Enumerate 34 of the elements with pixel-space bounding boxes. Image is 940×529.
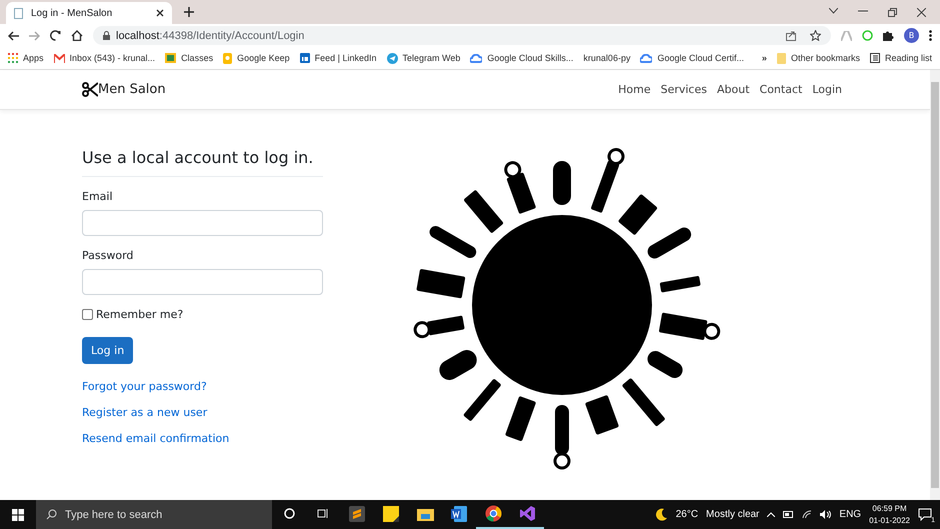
- browser-tab[interactable]: Log in - MenSalon: [6, 2, 172, 24]
- field-label: Password: [82, 249, 134, 262]
- text-link[interactable]: Forgot your password?: [82, 380, 323, 393]
- language-indicator[interactable]: ENG: [839, 509, 862, 520]
- bookmark-link[interactable]: krunal06-py: [583, 53, 630, 63]
- nav-link[interactable]: Login: [812, 83, 842, 96]
- bookmark-link[interactable]: Google Keep: [223, 52, 290, 64]
- nav-link[interactable]: Home: [618, 83, 651, 96]
- login-button[interactable]: Log in: [82, 337, 134, 364]
- brand-link[interactable]: Men Salon: [82, 82, 166, 97]
- text-link[interactable]: Resend email confirmation: [82, 432, 323, 445]
- bookmark-link[interactable]: Google Cloud Certif...: [640, 53, 744, 63]
- nav-link[interactable]: Services: [660, 83, 707, 96]
- clock[interactable]: 06:59 PM 01-01-2022: [869, 502, 910, 526]
- field-label: Email: [82, 190, 114, 203]
- text-link[interactable]: Register as a new user: [82, 406, 323, 419]
- nav-link[interactable]: Contact: [760, 83, 802, 96]
- bookmark-link[interactable]: Inbox (543) - krunal...: [54, 53, 156, 63]
- bookmark-link[interactable]: Google Cloud Skills...: [470, 53, 574, 63]
- form-heading: Use a local account to log in.: [82, 148, 323, 177]
- weather-temperature: 26°C: [676, 509, 698, 520]
- bookmark-link[interactable]: Telegram Web: [386, 52, 460, 64]
- bookmark-link[interactable]: Feed | LinkedIn: [300, 53, 377, 63]
- taskbar-search-field[interactable]: Type here to search: [36, 500, 272, 529]
- profile-avatar[interactable]: B: [904, 28, 919, 43]
- address-bar[interactable]: localhost:44398/Identity/Account/Login: [93, 26, 831, 45]
- nav-link[interactable]: About: [716, 83, 750, 96]
- reading-list-button[interactable]: Reading list: [870, 53, 932, 63]
- bookmark-link[interactable]: Apps: [8, 53, 44, 63]
- bookmarks-overflow-button[interactable]: »: [762, 53, 767, 63]
- bookmark-folder[interactable]: Other bookmarks: [776, 52, 860, 64]
- bookmark-link[interactable]: Classes: [165, 53, 214, 63]
- weather-text: Mostly clear: [706, 509, 760, 520]
- checkbox-label: Remember me?: [96, 308, 184, 321]
